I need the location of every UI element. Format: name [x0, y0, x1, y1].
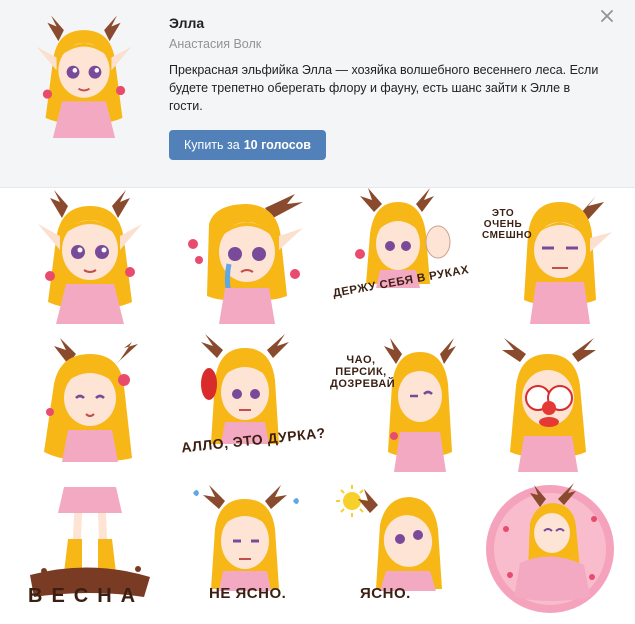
sticker-9[interactable]: ВЕСНА [20, 479, 160, 619]
sticker-11-caption: ЯСНО. [360, 585, 411, 602]
sticker-8[interactable] [480, 332, 620, 472]
sticker-2-image [188, 194, 303, 324]
sticker-3-image [355, 188, 451, 288]
sticker-4-caption: ЭТО ОЧЕНЬ СМЕШНО [482, 208, 533, 241]
sticker-7-caption: ЧАО, ПЕРСИК, ДОЗРЕВАЙ [330, 354, 396, 390]
buy-label: Купить за [184, 138, 240, 152]
pack-description: Прекрасная эльфийка Элла — хозяйка волше… [169, 63, 599, 113]
sticker-5-image [44, 338, 138, 462]
sticker-10-caption: НЕ ЯСНО. [209, 585, 287, 602]
sticker-6[interactable]: АЛЛО, ЭТО ДУРКА? [175, 332, 326, 472]
sticker-2[interactable] [175, 184, 315, 324]
sticker-11[interactable]: ЯСНО. [330, 479, 470, 619]
sticker-9-caption: ВЕСНА [28, 585, 145, 607]
sticker-5[interactable] [20, 332, 160, 472]
sticker-4[interactable]: ЭТО ОЧЕНЬ СМЕШНО [480, 184, 620, 324]
sticker-1[interactable] [20, 184, 160, 324]
sticker-12-image [486, 483, 614, 613]
buy-button[interactable]: Купить за 10 голосов [169, 130, 326, 160]
sticker-1-image [38, 190, 142, 324]
close-icon[interactable] [596, 5, 618, 27]
sticker-10[interactable]: НЕ ЯСНО. [175, 479, 315, 619]
buy-amount: 10 голосов [243, 138, 311, 152]
sticker-pack-preview [36, 15, 132, 138]
pack-author[interactable]: Анастасия Волк [169, 37, 261, 51]
sticker-4-image [524, 196, 612, 324]
pack-title: Элла [169, 15, 205, 31]
sticker-7[interactable]: ЧАО, ПЕРСИК, ДОЗРЕВАЙ [330, 332, 470, 472]
sticker-12[interactable] [480, 479, 620, 619]
sticker-7-image [384, 338, 456, 472]
sticker-3[interactable]: ДЕРЖУ СЕБЯ В РУКАХ [330, 184, 470, 324]
sticker-8-image [502, 338, 596, 472]
sticker-pack-header: Элла Анастасия Волк Прекрасная эльфийка … [0, 0, 635, 188]
sticker-grid: ДЕРЖУ СЕБЯ В РУКАХ ЭТО ОЧЕНЬ СМЕШНО АЛЛО… [0, 187, 635, 613]
